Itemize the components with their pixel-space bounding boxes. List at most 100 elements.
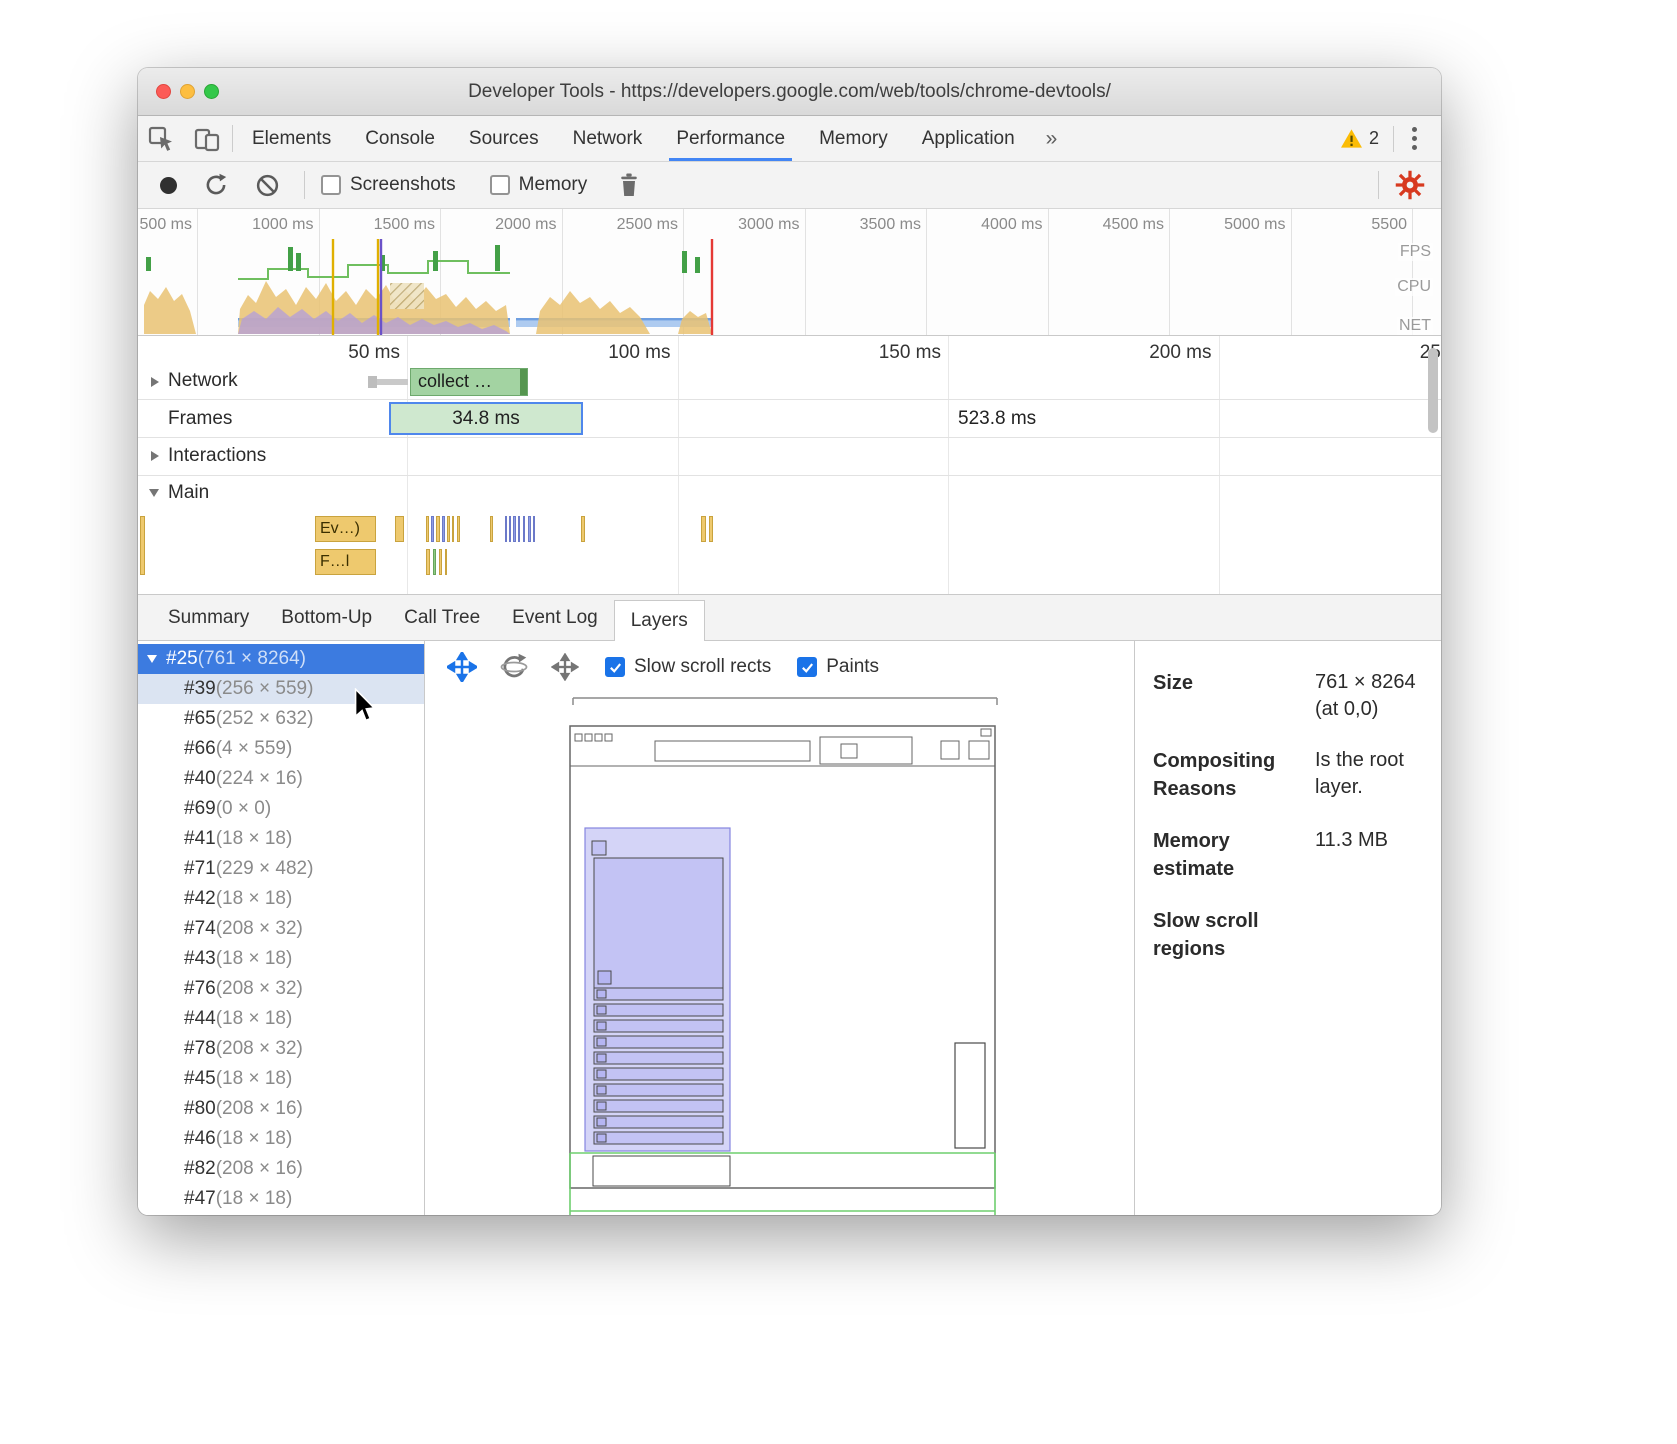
layer-size: (256 × 559) (216, 678, 314, 700)
console-warning-badge[interactable]: 2 (1330, 128, 1389, 149)
screenshots-checkbox[interactable] (321, 175, 341, 195)
chevron-down-icon[interactable] (147, 655, 157, 663)
paints-checkbox[interactable] (797, 657, 817, 677)
layer-row[interactable]: #74(208 × 32) (138, 914, 424, 944)
tab-application[interactable]: Application (905, 116, 1032, 161)
network-queueing-bar (372, 379, 408, 385)
chevron-down-icon[interactable] (149, 489, 159, 497)
layer-row[interactable]: #80(208 × 16) (138, 1094, 424, 1124)
layer-size: (18 × 18) (216, 1188, 293, 1210)
layer-row[interactable]: #47(18 × 18) (138, 1184, 424, 1214)
layer-row[interactable]: #43(18 × 18) (138, 944, 424, 974)
close-window-button[interactable] (156, 84, 171, 99)
warning-icon (1340, 128, 1363, 149)
flame-event-bar[interactable]: Ev…) (315, 516, 376, 542)
overview-tick-label: 5500 (1371, 216, 1412, 234)
more-tabs-button[interactable]: » (1032, 116, 1072, 161)
layer-row[interactable]: #40(224 × 16) (138, 764, 424, 794)
frame-duration-label[interactable]: 523.8 ms (958, 408, 1036, 430)
main-track[interactable]: Main Ev…) F…l (138, 476, 1441, 594)
device-toolbar-icon[interactable] (184, 116, 230, 161)
layer-id: #40 (184, 768, 216, 790)
layer-row[interactable]: #65(252 × 632) (138, 704, 424, 734)
panel-tab-call-tree[interactable]: Call Tree (388, 595, 496, 640)
layer-row[interactable]: #25(761 × 8264) (138, 644, 424, 674)
layers-3d-view[interactable] (425, 641, 1135, 1215)
memory-checkbox[interactable] (490, 175, 510, 195)
slow-scroll-rects-label: Slow scroll rects (634, 656, 771, 678)
layer-row[interactable]: #44(18 × 18) (138, 1004, 424, 1034)
flame-chart-area[interactable]: 50 ms100 ms150 ms200 ms250 ms Network co… (138, 336, 1441, 594)
layer-row[interactable]: #66(4 × 559) (138, 734, 424, 764)
zoom-window-button[interactable] (204, 84, 219, 99)
panel-tab-layers[interactable]: Layers (614, 600, 705, 641)
slow-scroll-rects-checkbox[interactable] (605, 657, 625, 677)
frames-track-label: Frames (168, 408, 232, 430)
capture-settings-gear-icon[interactable] (1395, 170, 1425, 200)
reset-transform-icon[interactable] (551, 653, 579, 681)
tabbar-right: 2 (1330, 116, 1441, 161)
tab-sources[interactable]: Sources (452, 116, 556, 161)
details-value-line: Is the root layer. (1315, 747, 1427, 801)
layer-details-pane: Size761 × 8264(at 0,0)Compositing Reason… (1135, 641, 1441, 1215)
layer-row[interactable]: #45(18 × 18) (138, 1064, 424, 1094)
layer-id: #65 (184, 708, 216, 730)
tab-performance[interactable]: Performance (659, 116, 802, 161)
details-label: Compositing Reasons (1153, 747, 1305, 803)
layer-size: (761 × 8264) (198, 648, 306, 670)
chevron-right-icon[interactable] (151, 377, 159, 387)
layer-id: #45 (184, 1068, 216, 1090)
layer-row[interactable]: #39(256 × 559) (138, 674, 424, 704)
timeline-overview[interactable]: 500 ms1000 ms1500 ms2000 ms2500 ms3000 m… (138, 209, 1441, 336)
layer-row[interactable]: #42(18 × 18) (138, 884, 424, 914)
clear-recording-icon[interactable] (255, 173, 280, 198)
layers-canvas-toolbar: Slow scroll rects Paints (425, 641, 1134, 693)
tab-console[interactable]: Console (348, 116, 452, 161)
pan-mode-icon[interactable] (447, 652, 477, 682)
waterfall-tick-label: 200 ms (1149, 342, 1211, 364)
main-tab-strip: ElementsConsoleSourcesNetworkPerformance… (235, 116, 1032, 161)
vertical-scrollbar[interactable] (1428, 348, 1438, 433)
details-label: Slow scroll regions (1153, 907, 1305, 963)
layer-size: (4 × 559) (216, 738, 293, 760)
flame-function-bar[interactable]: F…l (315, 549, 376, 575)
layer-row[interactable]: #71(229 × 482) (138, 854, 424, 884)
layer-size: (208 × 16) (216, 1158, 303, 1180)
waterfall-tick-label: 100 ms (608, 342, 670, 364)
reload-and-profile-icon[interactable] (203, 172, 229, 198)
warning-count: 2 (1369, 128, 1379, 149)
rotate-mode-icon[interactable] (499, 652, 529, 682)
layer-row[interactable]: #82(208 × 16) (138, 1154, 424, 1184)
divider (1393, 126, 1394, 152)
panel-tab-event-log[interactable]: Event Log (496, 595, 614, 640)
chevron-right-icon[interactable] (151, 451, 159, 461)
layers-canvas-pane[interactable]: Slow scroll rects Paints (425, 641, 1135, 1215)
layer-row[interactable]: #69(0 × 0) (138, 794, 424, 824)
layer-id: #42 (184, 888, 216, 910)
panel-tab-bottom-up[interactable]: Bottom-Up (265, 595, 388, 640)
layer-row[interactable]: #46(18 × 18) (138, 1124, 424, 1154)
divider (232, 125, 233, 152)
network-request-bar[interactable]: collect … (410, 368, 528, 396)
panel-tab-summary[interactable]: Summary (152, 595, 265, 640)
layer-row[interactable]: #41(18 × 18) (138, 824, 424, 854)
layer-id: #82 (184, 1158, 216, 1180)
frames-track[interactable]: Frames 34.8 ms 523.8 ms (138, 400, 1441, 438)
inspect-element-icon[interactable] (138, 116, 184, 161)
overview-tick-label: 1500 ms (374, 216, 440, 234)
tab-elements[interactable]: Elements (235, 116, 348, 161)
tab-memory[interactable]: Memory (802, 116, 905, 161)
layers-panel: #25(761 × 8264)#39(256 × 559)#65(252 × 6… (138, 641, 1441, 1215)
interactions-track[interactable]: Interactions (138, 438, 1441, 476)
trash-icon[interactable] (617, 172, 641, 198)
layer-row[interactable]: #76(208 × 32) (138, 974, 424, 1004)
selected-frame-bar[interactable]: 34.8 ms (389, 402, 583, 435)
kebab-menu-icon[interactable] (1398, 127, 1431, 150)
layer-row[interactable]: #78(208 × 32) (138, 1034, 424, 1064)
layer-id: #80 (184, 1098, 216, 1120)
tab-network[interactable]: Network (556, 116, 660, 161)
network-track[interactable]: Network collect … (138, 366, 1441, 400)
minimize-window-button[interactable] (180, 84, 195, 99)
layer-size: (18 × 18) (216, 948, 293, 970)
record-button[interactable] (160, 177, 177, 194)
